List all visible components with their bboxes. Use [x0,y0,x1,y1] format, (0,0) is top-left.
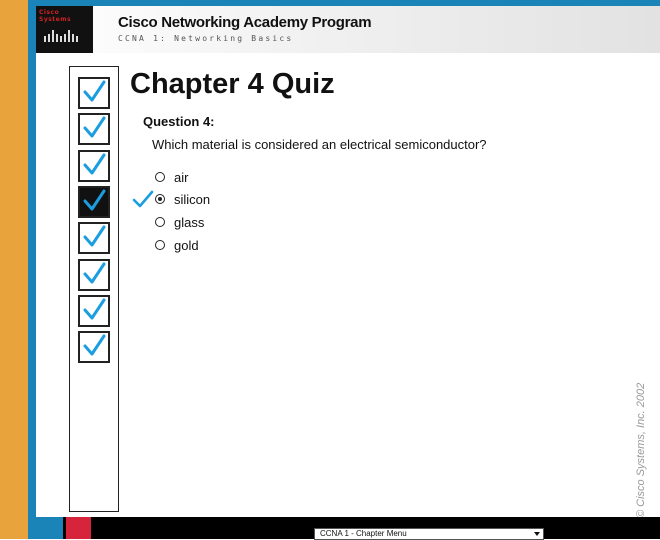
check-icon [83,189,106,211]
footer-nav-button-red[interactable] [66,517,91,539]
answer-option-air[interactable]: air [155,168,188,186]
check-icon [83,116,106,138]
answer-option-gold[interactable]: gold [155,236,199,254]
question-progress-box-1[interactable] [78,77,110,109]
program-title: Cisco Networking Academy Program [118,14,372,31]
answer-radio[interactable] [155,194,165,204]
check-icon [83,80,106,102]
left-blue-stripe [28,0,36,539]
chapter-menu-value: CCNA 1 - Chapter Menu [320,529,407,538]
copyright-notice: © Cisco Systems, Inc. 2002 [635,382,647,518]
page-title: Chapter 4 Quiz [130,68,335,100]
answer-label: air [174,169,189,185]
logo-text: Cisco Systems [39,9,72,23]
chevron-down-icon [534,532,540,536]
question-progress-box-4[interactable] [78,185,110,218]
cisco-bridge-icon [44,30,78,42]
question-progress-box-8[interactable] [78,331,110,364]
check-icon [83,262,106,283]
answer-option-silicon[interactable]: silicon [155,190,210,208]
program-subtitle: CCNA 1: Networking Basics [118,34,294,43]
answer-radio[interactable] [155,217,165,227]
answer-label: gold [174,237,199,253]
question-progress-box-3[interactable] [78,149,110,182]
selected-answer-check-icon [132,190,154,208]
answer-radio[interactable] [155,240,165,250]
question-progress-box-7[interactable] [78,294,110,327]
question-progress-box-6[interactable] [78,258,110,291]
check-icon [83,334,106,356]
header-banner: Cisco Systems Cisco Networking Academy P… [36,6,660,53]
answer-label: glass [174,214,205,230]
question-text: Which material is considered an electric… [152,137,487,152]
check-icon [83,225,106,247]
check-icon [83,153,106,175]
question-progress-column [69,66,119,512]
question-number: Question 4: [143,114,215,129]
check-icon [83,298,106,320]
answer-radio[interactable] [155,172,165,182]
question-progress-box-5[interactable] [78,222,110,255]
footer-bar: CCNA 1 - Chapter Menu [36,517,660,540]
question-progress-box-2[interactable] [78,113,110,146]
cisco-logo: Cisco Systems [36,6,93,53]
answer-option-glass[interactable]: glass [155,213,204,231]
left-accent-stripe [0,0,28,539]
chapter-menu-select[interactable]: CCNA 1 - Chapter Menu [314,528,544,540]
footer-nav-button-blue[interactable] [36,517,63,539]
answer-label: silicon [174,191,211,207]
